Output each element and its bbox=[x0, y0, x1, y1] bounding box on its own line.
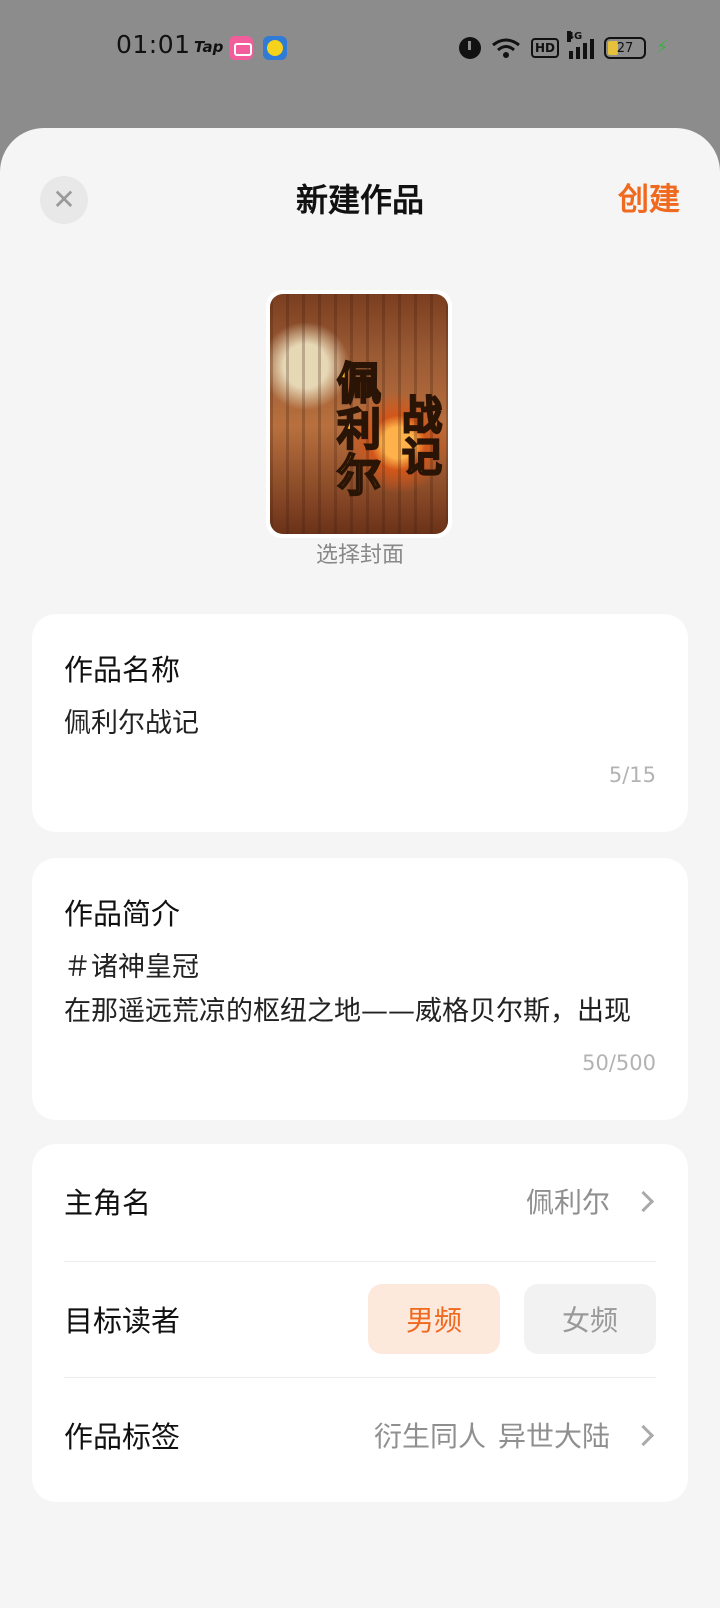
work-intro-card: 作品简介 ＃诸神皇冠 在那遥远荒凉的枢纽之地——威格贝尔斯，出现 50/500 bbox=[32, 858, 688, 1120]
charging-icon: ⚡ bbox=[656, 37, 669, 58]
cover-title-part2: 战记 bbox=[394, 393, 443, 479]
bilibili-app-icon bbox=[229, 36, 253, 60]
work-intro-input-line1[interactable]: ＃诸神皇冠 bbox=[64, 948, 199, 988]
protagonist-label: 主角名 bbox=[64, 1186, 152, 1220]
qq-app-icon bbox=[263, 36, 287, 60]
alarm-icon bbox=[458, 37, 481, 59]
work-tags-label: 作品标签 bbox=[64, 1420, 181, 1454]
tag-item: 异世大陆 bbox=[497, 1420, 610, 1453]
network-type-label: 4G bbox=[567, 31, 583, 42]
cover-image[interactable]: 佩利尔 战记 bbox=[266, 290, 452, 538]
status-time: 01:01 bbox=[116, 30, 191, 59]
sheet-title: 新建作品 bbox=[295, 181, 424, 219]
protagonist-value: 佩利尔 bbox=[525, 1186, 610, 1219]
chevron-right-icon bbox=[632, 1423, 656, 1447]
work-name-card: 作品名称 佩利尔战记 5/15 bbox=[32, 614, 688, 832]
work-intro-counter: 50/500 bbox=[582, 1051, 656, 1075]
protagonist-row[interactable]: 主角名 佩利尔 bbox=[64, 1144, 656, 1258]
new-work-sheet: ✕ 新建作品 创建 佩利尔 战记 选择封面 作品名称 佩利尔战记 5/15 作品… bbox=[0, 128, 720, 1608]
cover-art: 佩利尔 战记 bbox=[270, 294, 448, 534]
work-intro-label: 作品简介 bbox=[64, 897, 181, 931]
cover-title-part1: 佩利尔 bbox=[328, 359, 381, 499]
reader-female-option[interactable]: 女频 bbox=[524, 1284, 656, 1354]
tap-app-icon: Tap bbox=[194, 38, 224, 56]
battery-level: 27 bbox=[616, 40, 634, 56]
chevron-right-icon bbox=[632, 1189, 656, 1213]
hd-icon: HD bbox=[530, 38, 559, 58]
work-meta-card: 主角名 佩利尔 目标读者 男频 女频 作品标签 衍生同人 异世大陆 bbox=[32, 1144, 688, 1502]
status-icons: HD 4G 27 ⚡ bbox=[458, 31, 669, 64]
work-name-counter: 5/15 bbox=[608, 763, 656, 787]
target-reader-row: 目标读者 男频 女频 bbox=[64, 1262, 656, 1376]
work-intro-input-line2[interactable]: 在那遥远荒凉的枢纽之地——威格贝尔斯，出现 bbox=[64, 992, 631, 1032]
wifi-icon bbox=[492, 38, 520, 58]
battery-icon: 27 bbox=[604, 37, 646, 59]
signal-icon: 4G bbox=[567, 31, 594, 59]
select-cover-link[interactable]: 选择封面 bbox=[0, 540, 720, 572]
work-tags-row[interactable]: 作品标签 衍生同人 异世大陆 bbox=[64, 1378, 656, 1492]
reader-male-option[interactable]: 男频 bbox=[368, 1284, 500, 1354]
tag-item: 衍生同人 bbox=[373, 1420, 486, 1453]
target-reader-label: 目标读者 bbox=[64, 1304, 181, 1338]
create-button[interactable]: 创建 bbox=[618, 176, 680, 224]
status-bar: 01:01 Tap HD 4G 27 ⚡ bbox=[0, 0, 720, 96]
work-name-label: 作品名称 bbox=[64, 653, 181, 687]
work-name-input[interactable]: 佩利尔战记 bbox=[64, 704, 199, 744]
